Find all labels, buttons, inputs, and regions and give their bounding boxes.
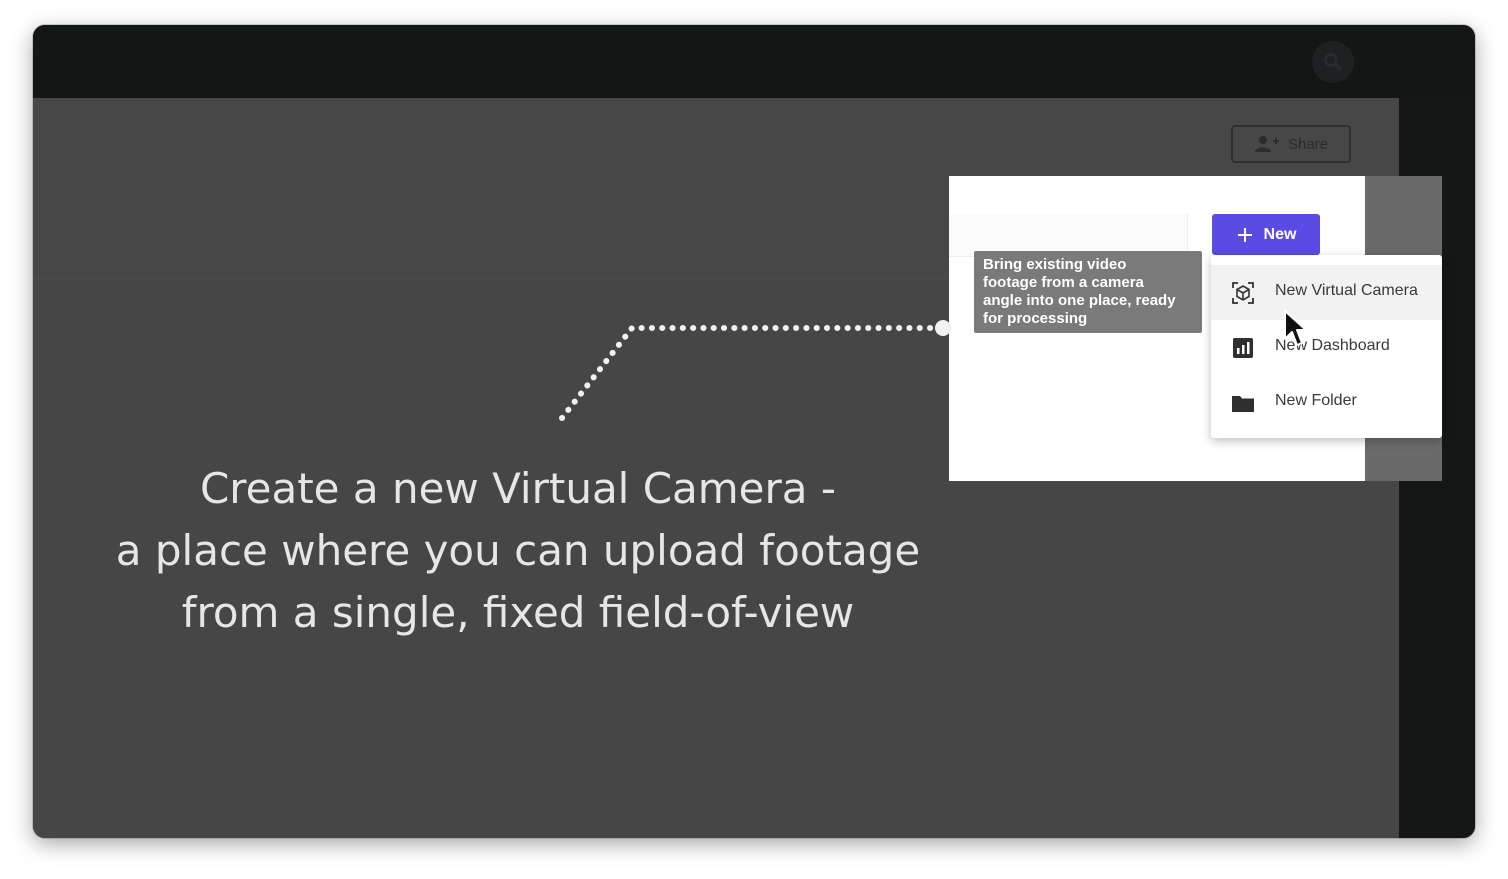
callout-endpoint-dot	[935, 320, 951, 336]
mouse-cursor-icon	[1284, 310, 1307, 346]
dotted-callout-line	[559, 320, 951, 421]
